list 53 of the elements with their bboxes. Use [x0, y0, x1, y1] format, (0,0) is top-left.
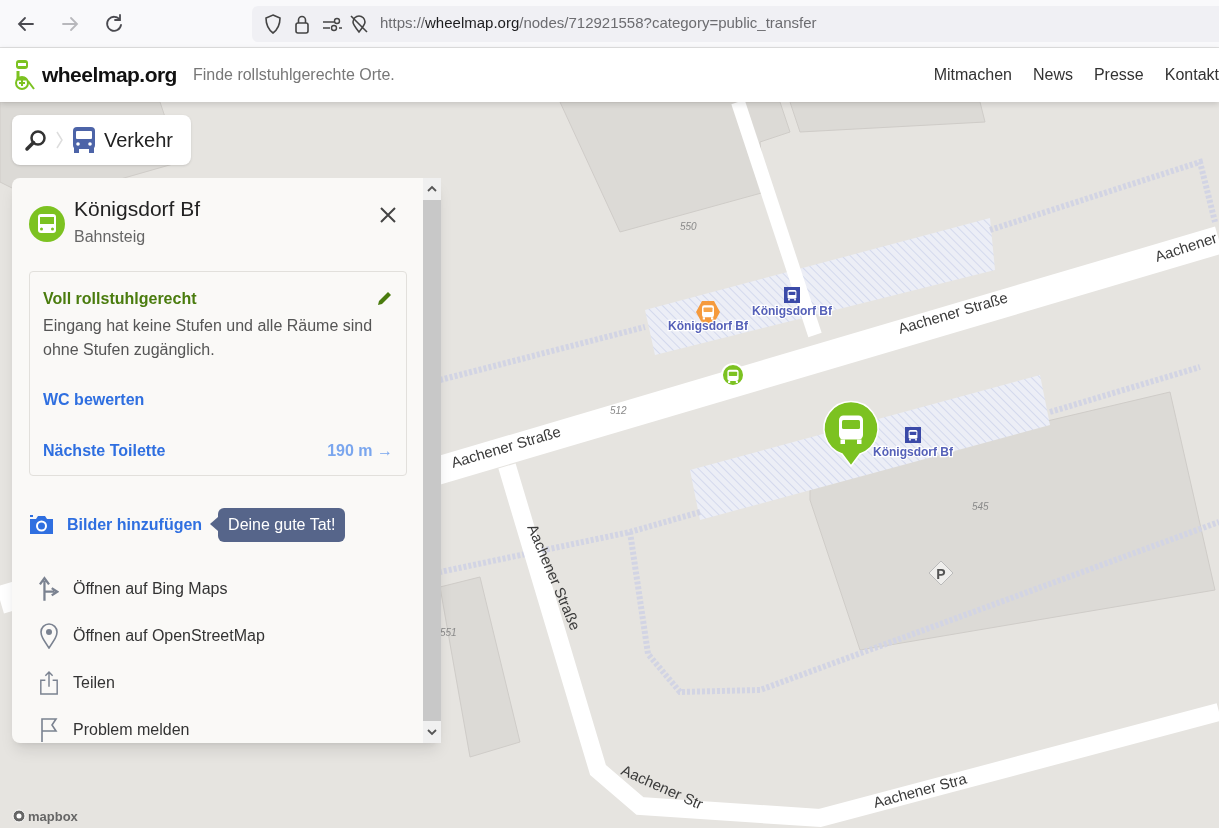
street-label: Aachener Stra	[871, 769, 969, 811]
nav-link[interactable]: Kontakt	[1164, 63, 1219, 87]
site-logo-text[interactable]: wheelmap.org	[42, 59, 177, 91]
search-icon[interactable]	[24, 128, 48, 152]
nav-link[interactable]: Presse	[1093, 63, 1144, 87]
edit-button[interactable]	[375, 290, 393, 308]
bus-icon	[72, 126, 96, 154]
turn-arrow-icon	[39, 576, 59, 602]
bus-stop-icon	[784, 287, 800, 303]
action-link[interactable]: Problem melden	[28, 717, 408, 743]
place-title: Königsdorf Bf	[74, 196, 201, 222]
stop-label: Königsdorf Bf	[668, 319, 748, 333]
bus-stop-icon	[721, 363, 745, 387]
stop-label: Königsdorf Bf	[752, 304, 832, 318]
action-link[interactable]: Öffnen auf OpenStreetMap	[28, 623, 408, 649]
permissions-icon[interactable]	[322, 13, 368, 34]
map-pin-icon	[39, 623, 59, 649]
url-text[interactable]: https://wheelmap.org/nodes/712921558?category=public_transfer	[380, 12, 817, 35]
nav-link[interactable]: News	[1032, 63, 1073, 87]
shield-icon[interactable]	[264, 13, 282, 34]
category-breadcrumb[interactable]: Verkehr	[12, 115, 191, 165]
bus-stop-icon	[28, 205, 66, 243]
nav-link[interactable]: Mitmachen	[933, 63, 1012, 87]
house-number: 551	[440, 627, 457, 638]
tooltip-pointer-icon	[210, 517, 219, 531]
house-number: 550	[680, 221, 697, 232]
house-number: 545	[972, 501, 989, 512]
rate-toilet-link[interactable]: WC bewerten	[43, 388, 393, 412]
share-icon	[39, 670, 59, 696]
flag-icon	[39, 717, 59, 743]
mapbox-logo-icon[interactable]	[12, 809, 26, 824]
house-number: 512	[610, 405, 627, 416]
reload-icon[interactable]	[103, 12, 125, 35]
address-bar[interactable]: https://wheelmap.org/nodes/712921558?category=public_transfer	[252, 5, 1219, 42]
add-photos-link[interactable]: Bilder hinzufügen	[28, 513, 203, 537]
scrollbar[interactable]	[423, 178, 441, 743]
action-link[interactable]: Teilen	[28, 670, 408, 696]
site-tagline: Finde rollstuhlgerechte Orte.	[192, 65, 395, 85]
bus-stop-icon	[905, 427, 921, 443]
lock-icon[interactable]	[294, 13, 310, 34]
accessibility-description: Eingang hat keine Stufen und alle Räume sind ohne Stufen zugänglich.	[43, 316, 374, 360]
chevron-icon	[56, 130, 64, 150]
action-link[interactable]: Öffnen auf Bing Maps	[28, 576, 408, 602]
place-category: Bahnsteig	[74, 227, 147, 247]
toilet-distance: 190 m →	[327, 441, 393, 461]
stop-label: Königsdorf Bf	[873, 445, 953, 459]
category-label: Verkehr	[104, 128, 173, 153]
parking-sign: P	[928, 560, 954, 586]
accessibility-status: Voll rollstuhlgerecht	[43, 289, 197, 309]
camera-icon[interactable]	[28, 514, 55, 536]
nearest-toilet-link[interactable]: Nächste Toilette	[43, 439, 166, 463]
map-attribution[interactable]: mapbox	[12, 806, 78, 826]
bus-stop-icon	[696, 301, 720, 323]
